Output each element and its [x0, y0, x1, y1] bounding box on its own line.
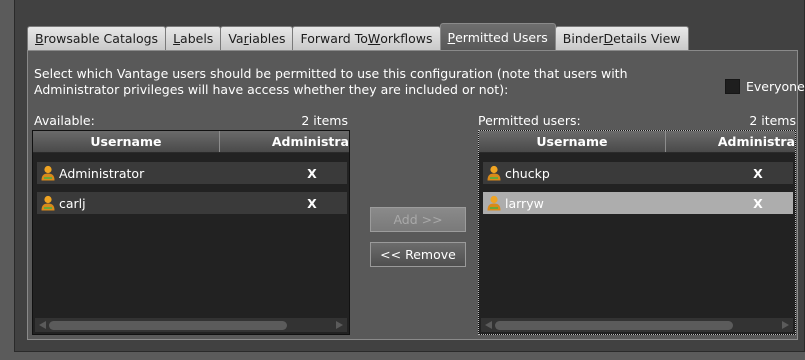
everyone-label: Everyone: [746, 79, 805, 94]
permitted-column-headers: Username Administra: [479, 131, 795, 153]
tab-label-pre: Va: [228, 31, 244, 46]
user-icon: [487, 165, 501, 181]
list-item[interactable]: carlj X: [37, 192, 347, 214]
user-icon: [41, 195, 55, 211]
admin-flag: X: [307, 165, 317, 181]
tab-label-post: orkflows: [380, 31, 433, 46]
list-item[interactable]: chuckp X: [483, 162, 793, 184]
tab-mnemonic: W: [367, 31, 381, 46]
horizontal-scrollbar[interactable]: [481, 318, 793, 332]
username-column-header[interactable]: Username: [479, 131, 666, 152]
permitted-count: 2 items: [749, 113, 796, 128]
tab-browsable-catalogs[interactable]: Browsable Catalogs: [27, 26, 167, 50]
tab-label-pre: Forward To: [300, 31, 368, 46]
permitted-users-list[interactable]: Username Administra chuckp X larryw X: [478, 130, 796, 335]
tab-bar: Browsable Catalogs Labels Va r iables Forw…: [27, 23, 689, 50]
remove-button[interactable]: << Remove: [370, 242, 466, 267]
user-cell: carlj: [37, 195, 292, 211]
dialog-frame: Browsable Catalogs Labels Va r iables Forw…: [14, 0, 805, 352]
everyone-option[interactable]: Everyone: [725, 79, 805, 94]
username: chuckp: [505, 165, 550, 181]
available-header: Available: 2 items: [34, 113, 348, 128]
administrator-column-header[interactable]: Administra: [666, 131, 795, 152]
permitted-users-panel: Select which Vantage users should be per…: [27, 50, 805, 340]
username: carlj: [59, 195, 86, 211]
tab-label-post: etails View: [613, 31, 681, 46]
scrollbar-thumb[interactable]: [495, 321, 733, 330]
list-item[interactable]: Administrator X: [37, 162, 347, 184]
scroll-left-icon[interactable]: [39, 321, 46, 329]
tab-permitted-users[interactable]: Permitted Users: [439, 23, 556, 50]
tab-label-post: rowsable Catalogs: [43, 31, 159, 46]
available-count: 2 items: [301, 113, 348, 128]
user-icon: [41, 165, 55, 181]
tab-forward-to-workflows[interactable]: Forward To Workflows: [292, 26, 441, 50]
list-item-selected[interactable]: larryw X: [483, 192, 793, 214]
admin-flag: X: [753, 195, 763, 211]
tab-label-pre: Binder: [562, 31, 604, 46]
user-icon: [487, 195, 501, 211]
tab-mnemonic: P: [447, 29, 456, 45]
add-button[interactable]: Add >>: [370, 207, 466, 232]
scrollbar-thumb[interactable]: [49, 321, 287, 330]
scroll-right-icon[interactable]: [782, 321, 789, 329]
user-cell: chuckp: [483, 165, 738, 181]
horizontal-scrollbar[interactable]: [35, 318, 347, 332]
username: Administrator: [59, 165, 145, 181]
permitted-label: Permitted users:: [478, 113, 581, 128]
tab-label-post: ermitted Users: [455, 29, 548, 45]
admin-flag: X: [753, 165, 763, 181]
administrator-column-header[interactable]: Administra: [220, 131, 349, 152]
username-column-header[interactable]: Username: [33, 131, 220, 152]
username: larryw: [505, 195, 544, 211]
tab-label-post: abels: [180, 31, 214, 46]
available-label: Available:: [34, 113, 95, 128]
tab-mnemonic: B: [35, 31, 44, 46]
scroll-right-icon[interactable]: [336, 321, 343, 329]
tab-labels[interactable]: Labels: [165, 26, 222, 50]
tab-variables[interactable]: Va r iables: [220, 26, 294, 50]
available-users-list[interactable]: Username Administra Administrator X carl…: [32, 130, 350, 335]
everyone-checkbox[interactable]: [725, 79, 740, 94]
scroll-left-icon[interactable]: [485, 321, 492, 329]
tab-mnemonic: D: [603, 31, 614, 46]
tab-binder-details-view[interactable]: Binder Details View: [554, 26, 689, 50]
admin-flag: X: [307, 195, 317, 211]
available-column-headers: Username Administra: [33, 131, 349, 153]
permitted-header: Permitted users: 2 items: [478, 113, 796, 128]
user-cell: Administrator: [37, 165, 292, 181]
description-text: Select which Vantage users should be per…: [34, 66, 628, 97]
user-cell: larryw: [483, 195, 738, 211]
tab-mnemonic: L: [173, 31, 181, 46]
tab-label-post: iables: [248, 31, 286, 46]
